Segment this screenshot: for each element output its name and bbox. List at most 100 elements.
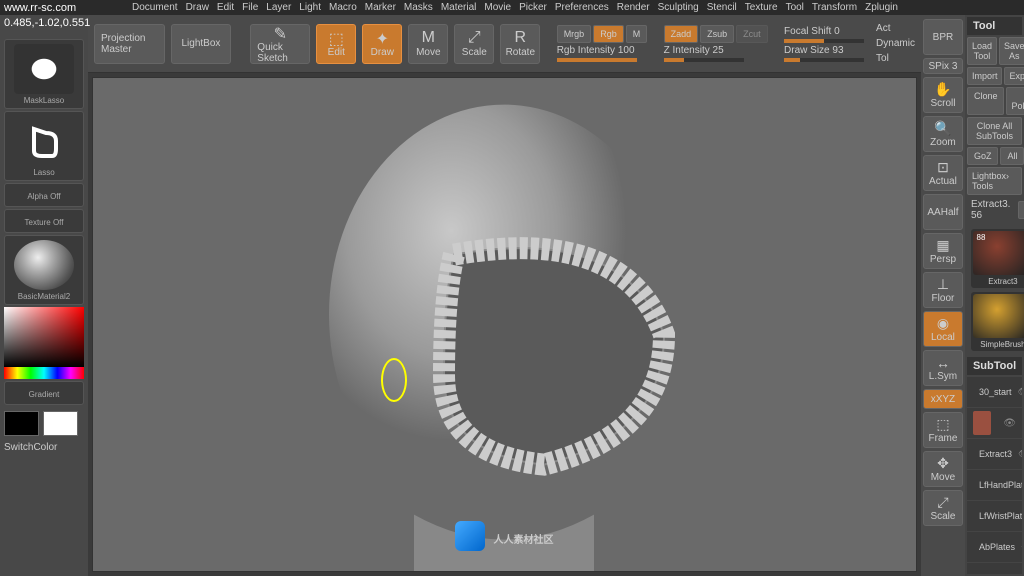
rotate-button[interactable]: RRotate (500, 24, 540, 64)
frame-button[interactable]: ⬚Frame (923, 412, 963, 448)
zadd-button[interactable]: Zadd (664, 25, 699, 43)
subtool-item[interactable]: LfHandPlate👁 (967, 470, 1022, 501)
make-polymesh-button[interactable]: Make PolyMesh3D (1006, 87, 1024, 115)
move-button[interactable]: MMove (408, 24, 448, 64)
lightbox-button[interactable]: LightBox (171, 24, 231, 64)
tool-item-extract3[interactable]: 88Extract3 (971, 229, 1024, 288)
edit-icon: ⬚ (329, 29, 344, 47)
menu-texture[interactable]: Texture (745, 2, 778, 13)
actual-button[interactable]: ⊡Actual (923, 155, 963, 191)
local-button[interactable]: ◉Local (923, 311, 963, 347)
subtool-item[interactable]: 30_start 👁 (967, 377, 1022, 408)
xyz-button[interactable]: xXYZ (923, 389, 963, 409)
subtool-label: 30_start (979, 387, 1012, 397)
subtool-item[interactable]: LfShldBase👁 (967, 563, 1022, 574)
goz-all-button[interactable]: All (1000, 147, 1024, 165)
lightbox-tools-button[interactable]: Lightbox› Tools (967, 167, 1022, 195)
zoom-button[interactable]: 🔍Zoom (923, 116, 963, 152)
dynamic-label: Dynamic (876, 38, 915, 49)
z-intensity-slider[interactable]: Z Intensity 25 (664, 45, 768, 62)
export-button[interactable]: Export (1004, 67, 1024, 85)
clone-all-button[interactable]: Clone All SubTools (967, 117, 1022, 145)
subtool-item[interactable]: 👁 (967, 408, 1022, 439)
swatch-black[interactable] (4, 411, 39, 436)
alpha-off[interactable]: Alpha Off (4, 183, 84, 207)
floor-button[interactable]: ⊥Floor (923, 272, 963, 308)
menu-render[interactable]: Render (617, 2, 650, 13)
menu-material[interactable]: Material (441, 2, 477, 13)
subtool-item[interactable]: LfWristPlate👁 (967, 501, 1022, 532)
hue-strip[interactable] (4, 367, 84, 379)
material-basic[interactable]: BasicMaterial2 (4, 235, 84, 305)
projection-master-button[interactable]: Projection Master (94, 24, 165, 64)
move-nav-button[interactable]: ✥Move (923, 451, 963, 487)
save-as-button[interactable]: Save As (999, 37, 1024, 65)
menu-transform[interactable]: Transform (812, 2, 857, 13)
stroke-lasso[interactable]: Lasso (4, 111, 84, 181)
m-button[interactable]: M (626, 25, 648, 43)
extract-slider[interactable]: Extract3. 56R (967, 197, 1022, 223)
brush-masklasso[interactable]: MaskLasso (4, 39, 84, 109)
aahalf-button[interactable]: AAHalf (923, 194, 963, 230)
menu-zplugin[interactable]: Zplugin (865, 2, 898, 13)
persp-button[interactable]: ▦Persp (923, 233, 963, 269)
menu-file[interactable]: File (242, 2, 258, 13)
edit-button[interactable]: ⬚Edit (316, 24, 356, 64)
menu-light[interactable]: Light (299, 2, 321, 13)
subtool-item[interactable]: AbPlates 👁 (967, 532, 1022, 563)
scroll-button[interactable]: ✋Scroll (923, 77, 963, 113)
scale-button[interactable]: ⤢Scale (454, 24, 494, 64)
subtool-title[interactable]: SubTool (967, 357, 1022, 375)
texture-off[interactable]: Texture Off (4, 209, 84, 233)
rgb-intensity-slider[interactable]: Rgb Intensity 100 (557, 45, 648, 62)
subtool-item[interactable]: Extract3👁 (967, 439, 1022, 470)
focal-shift-slider[interactable]: Focal Shift 0 (784, 26, 864, 43)
subtool-label: AbPlates (979, 542, 1015, 552)
viewport-canvas[interactable]: 人人素材社区 (92, 77, 917, 572)
rgb-button[interactable]: Rgb (593, 25, 624, 43)
color-field[interactable] (4, 307, 84, 367)
lasso-icon (14, 116, 74, 166)
goz-button[interactable]: GoZ (967, 147, 999, 165)
lsym-button[interactable]: ↔L.Sym (923, 350, 963, 386)
switchcolor-label[interactable]: SwitchColor (4, 442, 84, 453)
zcut-button[interactable]: Zcut (736, 25, 768, 43)
draw-size-slider[interactable]: Draw Size 93 (784, 45, 864, 62)
tool-item-simplebrush[interactable]: SimpleBrush (971, 292, 1024, 351)
mrgb-button[interactable]: Mrgb (557, 25, 592, 43)
draw-button[interactable]: ✦Draw (362, 24, 402, 64)
top-toolbar: Projection Master LightBox ✎Quick Sketch… (88, 15, 921, 73)
eye-icon[interactable]: 👁 (1021, 542, 1022, 553)
load-tool-button[interactable]: Load Tool (967, 37, 997, 65)
draw-icon: ✦ (376, 29, 389, 47)
tol-label: Tol (876, 53, 915, 64)
menu-edit[interactable]: Edit (217, 2, 234, 13)
menu-sculpting[interactable]: Sculpting (658, 2, 699, 13)
menu-layer[interactable]: Layer (266, 2, 291, 13)
clone-button[interactable]: Clone (967, 87, 1005, 115)
extract-r-button[interactable]: R (1018, 201, 1024, 219)
quick-sketch-button[interactable]: ✎Quick Sketch (250, 24, 310, 64)
import-button[interactable]: Import (967, 67, 1003, 85)
scale-nav-button[interactable]: ⤢Scale (923, 490, 963, 526)
eye-icon[interactable]: 👁 (1018, 449, 1022, 460)
menu-masks[interactable]: Masks (404, 2, 433, 13)
gradient-toggle[interactable]: Gradient (4, 381, 84, 405)
menu-document[interactable]: Document (132, 2, 178, 13)
eye-icon[interactable]: 👁 (1003, 418, 1016, 429)
menu-marker[interactable]: Marker (365, 2, 396, 13)
menu-tool[interactable]: Tool (786, 2, 804, 13)
menu-preferences[interactable]: Preferences (555, 2, 609, 13)
bpr-button[interactable]: BPR (923, 19, 963, 55)
tool-panel-title[interactable]: Tool (967, 17, 1022, 35)
menu-macro[interactable]: Macro (329, 2, 357, 13)
menu-draw[interactable]: Draw (186, 2, 209, 13)
swatch-white[interactable] (43, 411, 78, 436)
menu-picker[interactable]: Picker (519, 2, 547, 13)
zsub-button[interactable]: Zsub (700, 25, 734, 43)
color-picker[interactable] (4, 307, 84, 379)
eye-icon[interactable]: 👁 (1017, 387, 1022, 398)
spix-button[interactable]: SPix 3 (923, 58, 963, 74)
menu-movie[interactable]: Movie (484, 2, 511, 13)
menu-stencil[interactable]: Stencil (707, 2, 737, 13)
